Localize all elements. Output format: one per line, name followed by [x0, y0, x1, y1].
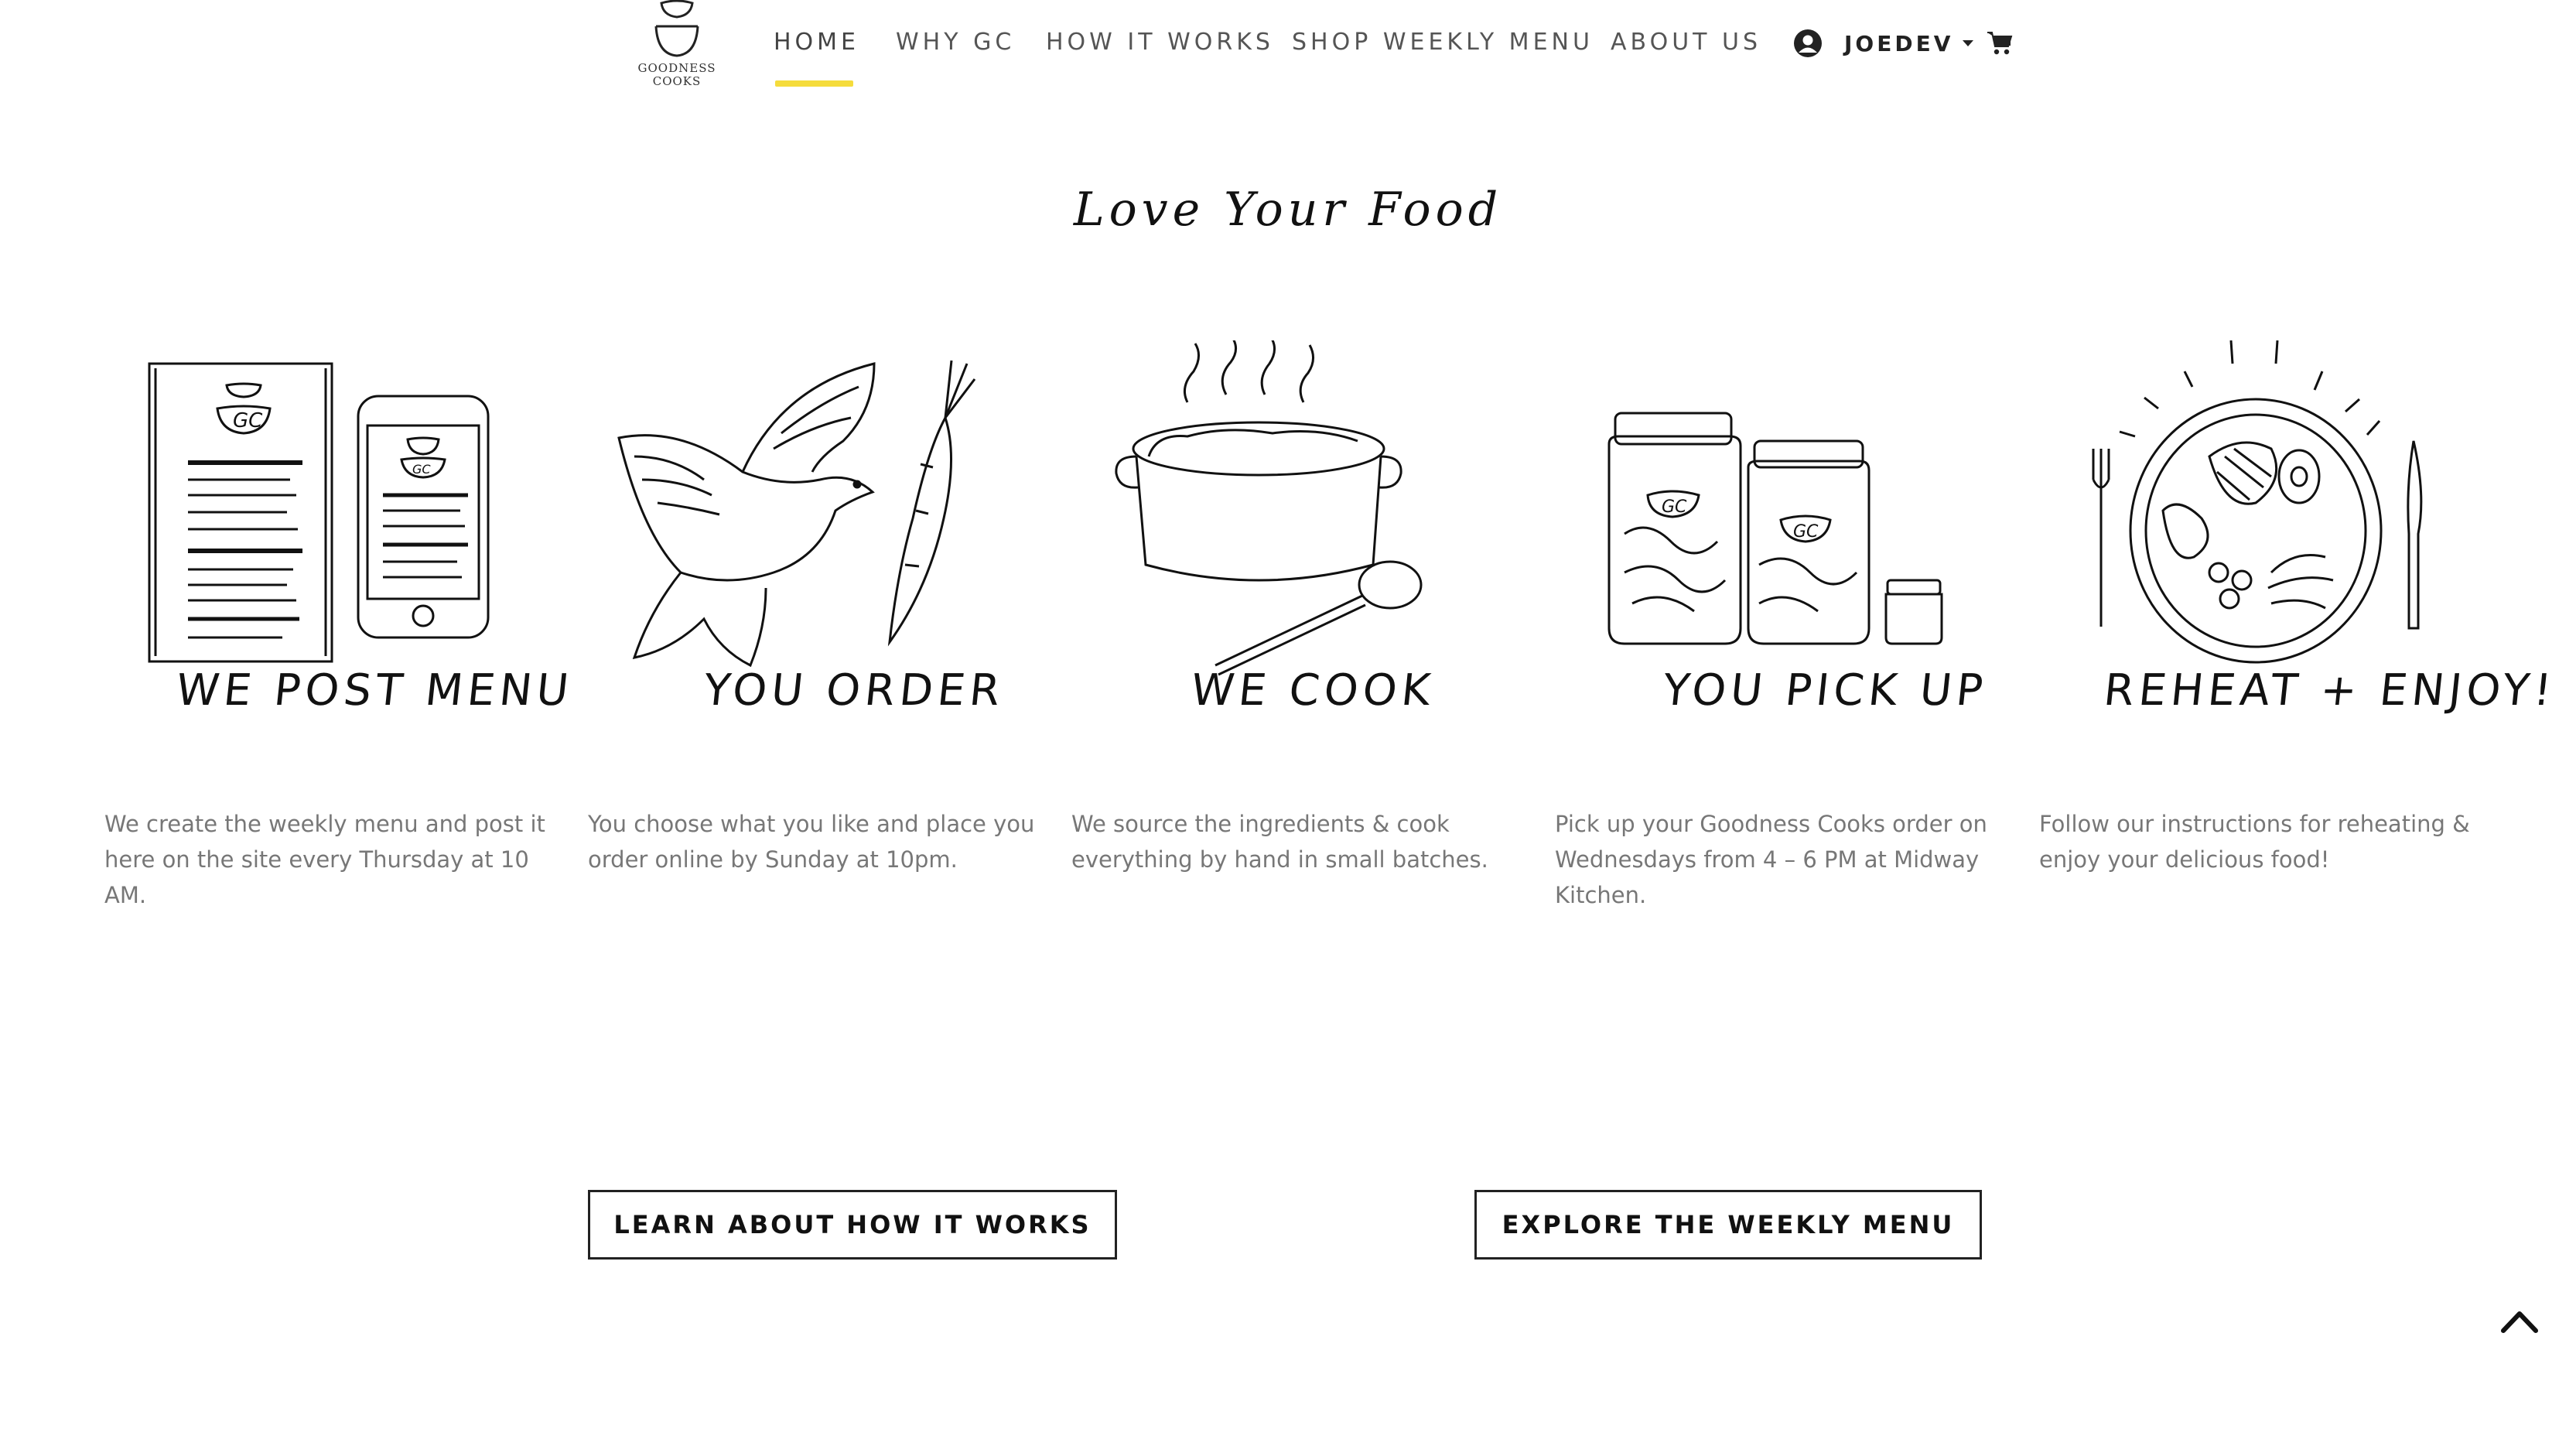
active-nav-indicator: [775, 80, 853, 87]
nav-home[interactable]: HOME: [774, 29, 859, 56]
user-circle-icon: [1794, 29, 1822, 57]
step-label-we-cook: WE COOK: [1188, 665, 1437, 716]
explore-weekly-menu-button[interactable]: EXPLORE THE WEEKLY MENU: [1474, 1190, 1982, 1260]
site-header: GOODNESS COOKS HOME WHY GC HOW IT WORKS …: [0, 0, 2576, 101]
svg-text:GC: GC: [1662, 497, 1687, 517]
caret-down-icon: [1963, 40, 1974, 46]
step-label-you-order: YOU ORDER: [701, 665, 1007, 716]
step-label-reheat-enjoy: REHEAT + ENJOY!: [2101, 665, 2559, 716]
step-label-you-pick-up: YOU PICK UP: [1660, 665, 1990, 716]
chevron-up-icon: [2501, 1311, 2538, 1333]
nav-why-gc[interactable]: WHY GC: [896, 29, 1015, 56]
site-logo[interactable]: GOODNESS COOKS: [630, 0, 723, 91]
user-menu[interactable]: JOEDEV: [1793, 28, 1975, 59]
step-description-post-menu: We create the weekly menu and post it he…: [104, 811, 545, 908]
step-description-reheat-enjoy: Follow our instructions for reheating & …: [2039, 811, 2470, 873]
section-heading: Love Your Food: [1073, 183, 1503, 237]
cart-button[interactable]: [1987, 29, 2013, 59]
bowl-logo-icon: [654, 0, 699, 57]
svg-text:GC: GC: [233, 409, 263, 432]
nav-shop-weekly-menu[interactable]: SHOP WEEKLY MENU: [1292, 29, 1594, 56]
step-label-post-menu: WE POST MENU: [173, 665, 576, 716]
step-description-we-cook: We source the ingredients & cook everyth…: [1071, 811, 1488, 873]
learn-how-it-works-button[interactable]: LEARN ABOUT HOW IT WORKS: [588, 1190, 1117, 1260]
step-description-you-pick-up: Pick up your Goodness Cooks order on Wed…: [1555, 811, 1987, 908]
user-name: JOEDEV: [1844, 30, 1954, 56]
shopping-cart-icon: [1987, 32, 2013, 55]
step-description-you-order: You choose what you like and place you o…: [588, 811, 1035, 873]
svg-text:GC: GC: [412, 462, 431, 477]
brand-name-line1: GOODNESS: [637, 61, 716, 75]
brand-name-line2: COOKS: [652, 74, 702, 88]
svg-text:GC: GC: [1793, 522, 1819, 542]
back-to-top-button[interactable]: [2499, 1306, 2540, 1340]
nav-about-us[interactable]: ABOUT US: [1611, 29, 1761, 56]
nav-how-it-works[interactable]: HOW IT WORKS: [1046, 29, 1274, 56]
